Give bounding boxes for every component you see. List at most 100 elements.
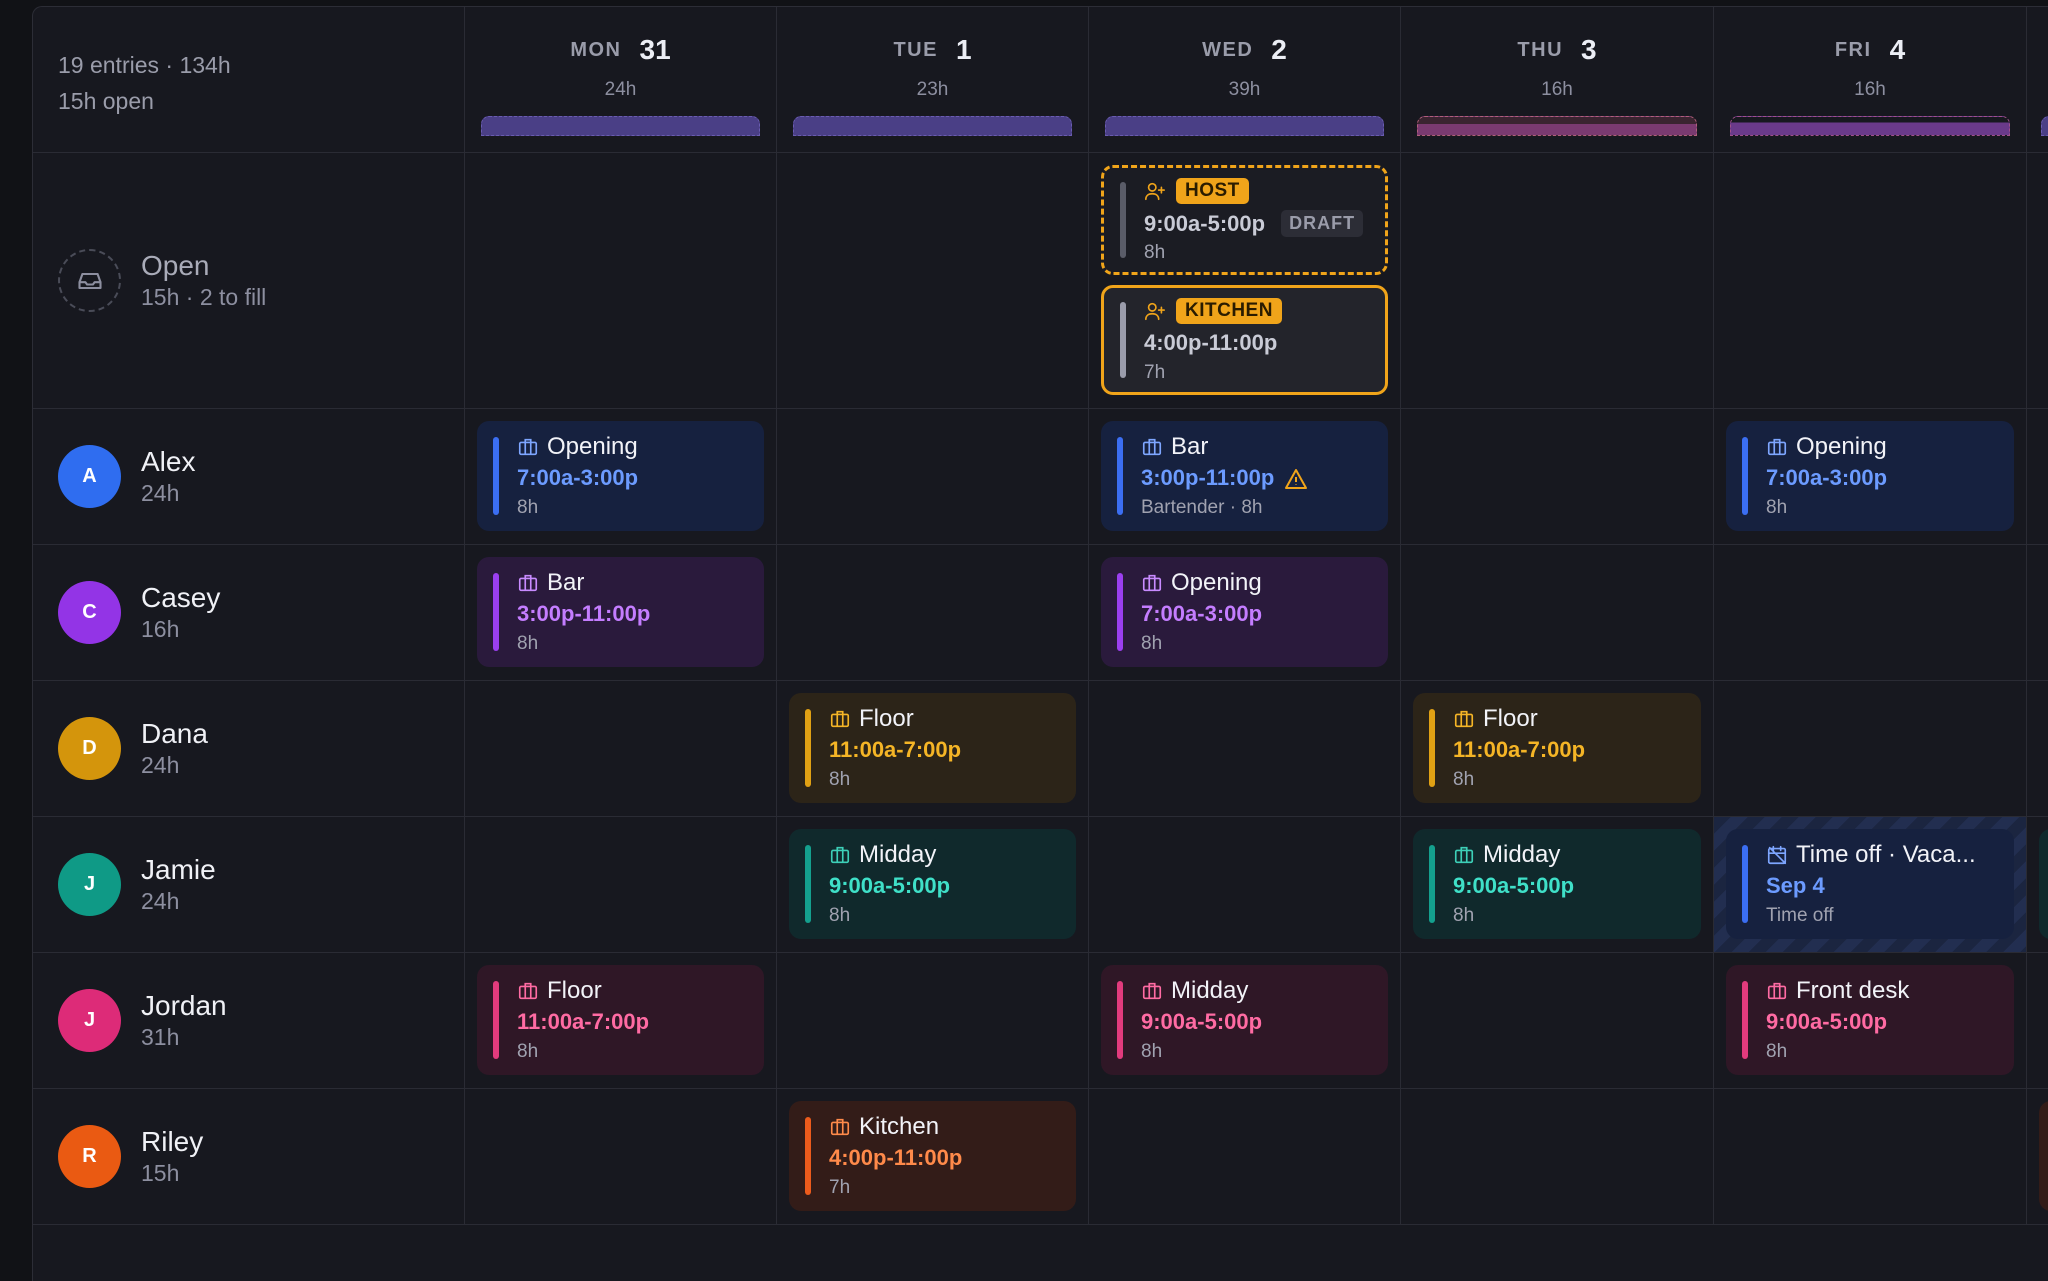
shift-time: 9:00a-5:00p xyxy=(1144,210,1266,236)
open-cell-tue[interactable] xyxy=(777,153,1089,409)
role-badge: HOST xyxy=(1176,178,1249,204)
cell-jamie-wed[interactable] xyxy=(1089,817,1401,953)
cell-jordan-tue[interactable] xyxy=(777,953,1089,1089)
cell-jamie-thu[interactable]: Midday 9:00a-5:00p 8h xyxy=(1401,817,1714,953)
cell-alex-fri[interactable]: Opening 7:00a-3:00p 8h xyxy=(1714,409,2027,545)
cell-casey-wed[interactable]: Opening 7:00a-3:00p 8h xyxy=(1089,545,1401,681)
cell-jamie-tue[interactable]: Midday 9:00a-5:00p 8h xyxy=(777,817,1089,953)
shift-title: Midday xyxy=(1171,977,1249,1004)
shift-title: Midday xyxy=(859,841,937,868)
day-name: FRI xyxy=(1834,38,1872,61)
shift-card[interactable]: Floor 11:00a-7:00p 8h xyxy=(789,693,1076,803)
shift-time: 7:00a-3:00p xyxy=(517,465,639,490)
shift-card[interactable]: Kitchen 4:00p-11:00p 7h xyxy=(789,1101,1076,1211)
cell-alex-thu[interactable] xyxy=(1401,409,1714,545)
time-off-card[interactable]: Time off · Vaca... Sep 4 Time off xyxy=(1726,829,2014,939)
day-header-next[interactable] xyxy=(2027,7,2048,153)
warning-icon[interactable] xyxy=(1284,468,1308,490)
person-hours: 24h xyxy=(141,751,180,778)
row-person-jamie[interactable]: J Jamie 24h xyxy=(33,817,465,953)
row-open[interactable]: Open 15h · 2 to fill xyxy=(33,153,465,409)
cell-riley-wed[interactable] xyxy=(1089,1089,1401,1225)
cell-casey-thu[interactable] xyxy=(1401,545,1714,681)
shift-card[interactable]: Floor 11:00a-7:00p 8h xyxy=(477,965,764,1075)
cell-alex-next[interactable] xyxy=(2027,409,2048,545)
row-person-jordan[interactable]: J Jordan 31h xyxy=(33,953,465,1089)
open-cell-wed[interactable]: HOST 9:00a-5:00p DRAFT 8h KITCHEN 4:00p-1… xyxy=(1089,153,1401,409)
shift-card[interactable]: Opening 7:00a-3:00p 8h xyxy=(1101,557,1388,667)
open-cell-next[interactable] xyxy=(2027,153,2048,409)
open-shift-kitchen[interactable]: KITCHEN 4:00p-11:00p 7h xyxy=(1101,285,1388,395)
day-header-tue[interactable]: TUE 1 23h xyxy=(777,7,1089,153)
cell-dana-fri[interactable] xyxy=(1714,681,2027,817)
day-header-fri[interactable]: FRI 4 16h xyxy=(1714,7,2027,153)
shift-time: 3:00p-11:00p xyxy=(517,601,651,626)
cell-riley-fri[interactable] xyxy=(1714,1089,2027,1225)
cell-jordan-fri[interactable]: Front desk 9:00a-5:00p 8h xyxy=(1714,953,2027,1089)
row-person-riley[interactable]: R Riley 15h xyxy=(33,1089,465,1225)
shift-card[interactable]: Bar 3:00p-11:00p 8h xyxy=(477,557,764,667)
row-person-casey[interactable]: C Casey 16h xyxy=(33,545,465,681)
cell-dana-next[interactable] xyxy=(2027,681,2048,817)
cell-riley-thu[interactable] xyxy=(1401,1089,1714,1225)
cell-jamie-next[interactable] xyxy=(2027,817,2048,953)
shift-card-partial[interactable] xyxy=(2039,829,2048,939)
cell-jamie-mon[interactable] xyxy=(465,817,777,953)
open-cell-mon[interactable] xyxy=(465,153,777,409)
cell-dana-wed[interactable] xyxy=(1089,681,1401,817)
shift-card[interactable]: Opening 7:00a-3:00p 8h xyxy=(1726,421,2014,531)
cell-jordan-next[interactable] xyxy=(2027,953,2048,1089)
day-name: TUE xyxy=(893,38,938,61)
day-header-mon[interactable]: MON 31 24h xyxy=(465,7,777,153)
cell-dana-thu[interactable]: Floor 11:00a-7:00p 8h xyxy=(1401,681,1714,817)
cell-alex-wed[interactable]: Bar 3:00p-11:00p Bartender · 8h xyxy=(1089,409,1401,545)
cell-jamie-fri[interactable]: Time off · Vaca... Sep 4 Time off xyxy=(1714,817,2027,953)
shift-time: 11:00a-7:00p xyxy=(1453,737,1586,762)
cell-casey-next[interactable] xyxy=(2027,545,2048,681)
open-cell-thu[interactable] xyxy=(1401,153,1714,409)
day-hours: 16h xyxy=(1854,79,1886,100)
shift-card[interactable]: Opening 7:00a-3:00p 8h xyxy=(477,421,764,531)
person-name: Jamie xyxy=(141,853,216,885)
day-number: 4 xyxy=(1889,34,1906,65)
cell-casey-mon[interactable]: Bar 3:00p-11:00p 8h xyxy=(465,545,777,681)
person-name: Jordan xyxy=(141,989,227,1021)
shift-time: 4:00p-11:00p xyxy=(829,1145,963,1170)
cell-riley-tue[interactable]: Kitchen 4:00p-11:00p 7h xyxy=(777,1089,1089,1225)
avatar: A xyxy=(58,445,121,508)
cell-jordan-mon[interactable]: Floor 11:00a-7:00p 8h xyxy=(465,953,777,1089)
shift-card[interactable]: Floor 11:00a-7:00p 8h xyxy=(1413,693,1701,803)
shift-stripe xyxy=(1742,437,1748,515)
cell-jordan-wed[interactable]: Midday 9:00a-5:00p 8h xyxy=(1089,953,1401,1089)
open-shift-host[interactable]: HOST 9:00a-5:00p DRAFT 8h xyxy=(1101,165,1388,275)
shift-card[interactable]: Midday 9:00a-5:00p 8h xyxy=(1101,965,1388,1075)
cell-alex-mon[interactable]: Opening 7:00a-3:00p 8h xyxy=(465,409,777,545)
shift-title: Bar xyxy=(547,569,585,596)
shift-title: Opening xyxy=(1171,569,1262,596)
day-header-wed[interactable]: WED 2 39h xyxy=(1089,7,1401,153)
day-header-thu[interactable]: THU 3 16h xyxy=(1401,7,1714,153)
day-number: 2 xyxy=(1271,34,1287,65)
shift-card[interactable]: Midday 9:00a-5:00p 8h xyxy=(1413,829,1701,939)
shift-card-partial[interactable] xyxy=(2039,1101,2048,1211)
shift-time: 9:00a-5:00p xyxy=(1766,1009,1888,1034)
cell-casey-tue[interactable] xyxy=(777,545,1089,681)
shift-meta: 8h xyxy=(829,769,851,790)
open-cell-fri[interactable] xyxy=(1714,153,2027,409)
cell-riley-next[interactable] xyxy=(2027,1089,2048,1225)
row-person-alex[interactable]: A Alex 24h xyxy=(33,409,465,545)
shift-meta: 8h xyxy=(517,497,539,518)
shift-stripe xyxy=(805,1117,811,1195)
cell-casey-fri[interactable] xyxy=(1714,545,2027,681)
shift-stripe xyxy=(493,573,499,651)
shift-card[interactable]: Midday 9:00a-5:00p 8h xyxy=(789,829,1076,939)
row-person-dana[interactable]: D Dana 24h xyxy=(33,681,465,817)
cell-dana-tue[interactable]: Floor 11:00a-7:00p 8h xyxy=(777,681,1089,817)
cell-dana-mon[interactable] xyxy=(465,681,777,817)
shift-card[interactable]: Front desk 9:00a-5:00p 8h xyxy=(1726,965,2014,1075)
cell-jordan-thu[interactable] xyxy=(1401,953,1714,1089)
person-hours: 15h xyxy=(141,1159,180,1186)
cell-riley-mon[interactable] xyxy=(465,1089,777,1225)
shift-card[interactable]: Bar 3:00p-11:00p Bartender · 8h xyxy=(1101,421,1388,531)
cell-alex-tue[interactable] xyxy=(777,409,1089,545)
